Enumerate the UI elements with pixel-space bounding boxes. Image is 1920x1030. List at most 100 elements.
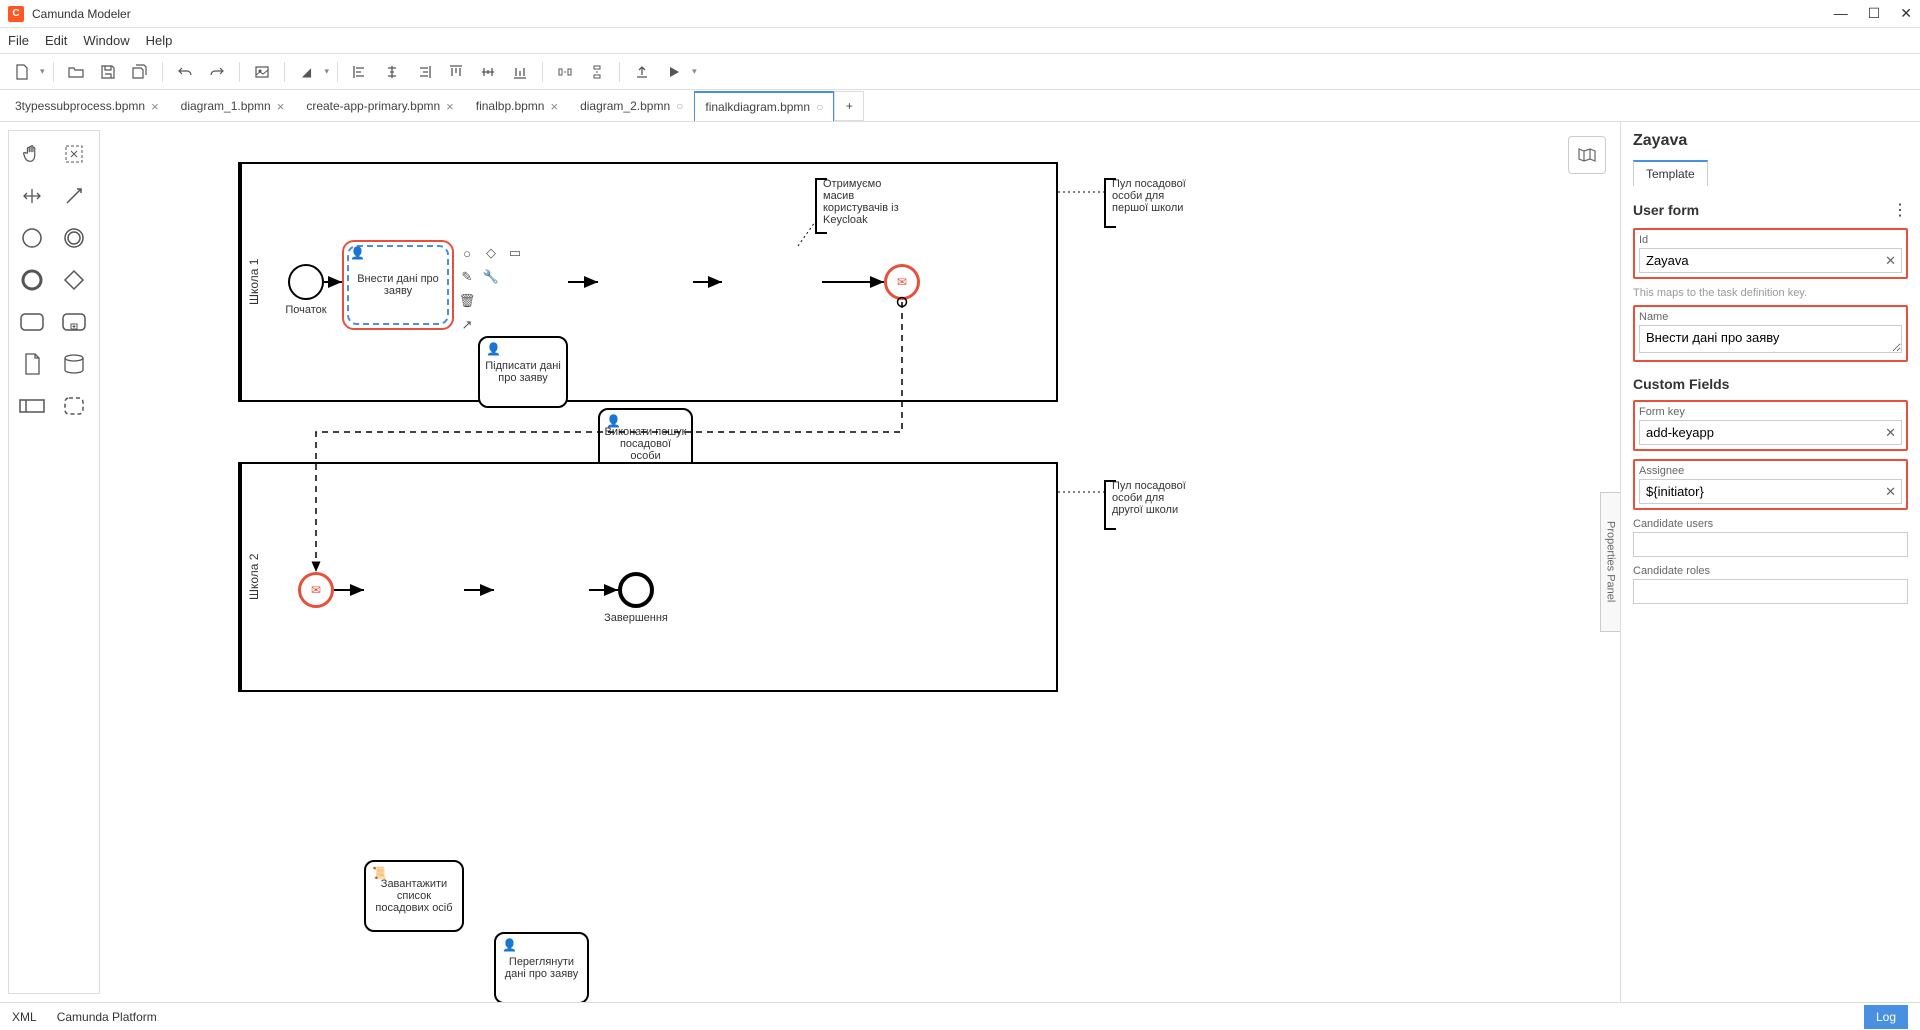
- candroles-input[interactable]: [1633, 579, 1908, 604]
- clear-icon[interactable]: ✕: [1885, 425, 1896, 441]
- clear-icon[interactable]: ✕: [1885, 484, 1896, 500]
- color-button[interactable]: ◢: [293, 58, 321, 86]
- new-file-button[interactable]: [8, 58, 36, 86]
- start-event[interactable]: Початок: [288, 264, 324, 300]
- name-input[interactable]: Внести дані про заяву: [1639, 325, 1902, 353]
- menu-window[interactable]: Window: [83, 33, 129, 48]
- deploy-button[interactable]: [628, 58, 656, 86]
- tab-2[interactable]: create-app-primary.bpmn×: [295, 91, 464, 121]
- tab-5[interactable]: finalkdiagram.bpmn○: [694, 91, 834, 121]
- canvas[interactable]: Школа 1 Початок 👤 Внести дані про заяву …: [108, 122, 1620, 1002]
- palette: [8, 130, 100, 994]
- lasso-tool[interactable]: [57, 137, 91, 171]
- distribute-h-button[interactable]: [551, 58, 579, 86]
- minimap-button[interactable]: [1568, 136, 1606, 174]
- message-catch-event[interactable]: ✉: [298, 572, 334, 608]
- undo-button[interactable]: [171, 58, 199, 86]
- delete-button[interactable]: 🗑: [456, 290, 478, 312]
- wrench-button[interactable]: 🔧: [480, 266, 502, 288]
- tab-3[interactable]: finalbp.bpmn×: [465, 91, 569, 121]
- append-task-button[interactable]: ▭: [504, 242, 526, 264]
- hand-tool[interactable]: [15, 137, 49, 171]
- assignee-input[interactable]: [1639, 479, 1902, 504]
- intermediate-event-tool[interactable]: [57, 221, 91, 255]
- align-top-button[interactable]: [442, 58, 470, 86]
- close-icon[interactable]: ×: [446, 99, 454, 114]
- formkey-input[interactable]: [1639, 420, 1902, 445]
- align-bottom-button[interactable]: [506, 58, 534, 86]
- minimize-button[interactable]: —: [1834, 5, 1848, 22]
- menu-help[interactable]: Help: [146, 33, 173, 48]
- connect-button[interactable]: ↗: [456, 314, 478, 336]
- window-controls: — ☐ ✕: [1834, 5, 1912, 22]
- space-tool[interactable]: [15, 179, 49, 213]
- save-all-button[interactable]: [126, 58, 154, 86]
- maximize-button[interactable]: ☐: [1868, 5, 1881, 22]
- save-button[interactable]: [94, 58, 122, 86]
- redo-button[interactable]: [203, 58, 231, 86]
- subprocess-tool[interactable]: [57, 305, 91, 339]
- user-icon: 👤: [606, 414, 621, 428]
- pool-tool[interactable]: [15, 389, 49, 423]
- menubar: File Edit Window Help: [0, 28, 1920, 54]
- connect-tool[interactable]: [57, 179, 91, 213]
- field-id: Id ✕: [1633, 228, 1908, 279]
- user-task[interactable]: 👤 Переглянути дані про заяву: [494, 932, 589, 1002]
- text-annotation[interactable]: Пул посадової особи для першої школи: [1104, 178, 1194, 228]
- task-tool[interactable]: [15, 305, 49, 339]
- menu-edit[interactable]: Edit: [45, 33, 67, 48]
- pool-label: Школа 1: [240, 164, 266, 400]
- data-store-tool[interactable]: [57, 347, 91, 381]
- menu-file[interactable]: File: [8, 33, 29, 48]
- start-event-tool[interactable]: [15, 221, 49, 255]
- id-input[interactable]: [1639, 248, 1902, 273]
- close-button[interactable]: ✕: [1900, 5, 1912, 22]
- align-left-button[interactable]: [346, 58, 374, 86]
- dirty-indicator: ○: [676, 99, 683, 113]
- field-candroles: Candidate roles: [1633, 565, 1908, 604]
- properties-panel-toggle[interactable]: Properties Panel: [1600, 492, 1620, 632]
- user-task[interactable]: 👤 Підписати дані про заяву: [478, 336, 568, 408]
- status-platform[interactable]: Camunda Platform: [57, 1010, 157, 1024]
- group-tool[interactable]: [57, 389, 91, 423]
- clear-icon[interactable]: ✕: [1885, 253, 1896, 269]
- context-pad: ○ ◇ ▭ ✎ 🔧 🗑 ↗: [456, 242, 526, 336]
- close-icon[interactable]: ×: [151, 99, 159, 114]
- append-gateway-button[interactable]: ◇: [480, 242, 502, 264]
- tab-4[interactable]: diagram_2.bpmn○: [569, 91, 694, 121]
- new-tab-button[interactable]: +: [834, 91, 864, 121]
- tab-0[interactable]: 3typessubprocess.bpmn×: [4, 91, 170, 121]
- append-event-button[interactable]: ○: [456, 242, 478, 264]
- end-event-tool[interactable]: [15, 263, 49, 297]
- template-tab[interactable]: Template: [1633, 160, 1708, 186]
- pool-label: Школа 2: [240, 464, 266, 690]
- tab-1[interactable]: diagram_1.bpmn×: [170, 91, 296, 121]
- script-task[interactable]: 📜 Завантажити список посадових осіб: [364, 860, 464, 932]
- panel-title: Zayava: [1633, 132, 1908, 150]
- close-icon[interactable]: ×: [550, 99, 558, 114]
- log-button[interactable]: Log: [1864, 1005, 1908, 1029]
- user-task-selected[interactable]: 👤 Внести дані про заяву: [342, 240, 454, 330]
- text-annotation[interactable]: Отримуємо масив користувачів із Keycloak: [815, 178, 905, 234]
- distribute-v-button[interactable]: [583, 58, 611, 86]
- candusers-input[interactable]: [1633, 532, 1908, 557]
- run-button[interactable]: [660, 58, 688, 86]
- status-xml[interactable]: XML: [12, 1010, 37, 1024]
- align-center-button[interactable]: [378, 58, 406, 86]
- app-title: Camunda Modeler: [32, 7, 1834, 21]
- data-object-tool[interactable]: [15, 347, 49, 381]
- more-icon[interactable]: ⋮: [1892, 200, 1908, 220]
- image-button[interactable]: [248, 58, 276, 86]
- end-event[interactable]: Завершення: [618, 572, 654, 608]
- gateway-tool[interactable]: [57, 263, 91, 297]
- align-middle-button[interactable]: [474, 58, 502, 86]
- app-icon: C: [8, 6, 24, 22]
- annotation-button[interactable]: ✎: [456, 266, 478, 288]
- align-right-button[interactable]: [410, 58, 438, 86]
- text-annotation[interactable]: Пул посадової особи для другої школи: [1104, 480, 1194, 530]
- field-candusers: Candidate users: [1633, 518, 1908, 557]
- open-button[interactable]: [62, 58, 90, 86]
- dirty-indicator: ○: [816, 100, 823, 114]
- message-throw-event[interactable]: ✉: [884, 264, 920, 300]
- close-icon[interactable]: ×: [277, 99, 285, 114]
